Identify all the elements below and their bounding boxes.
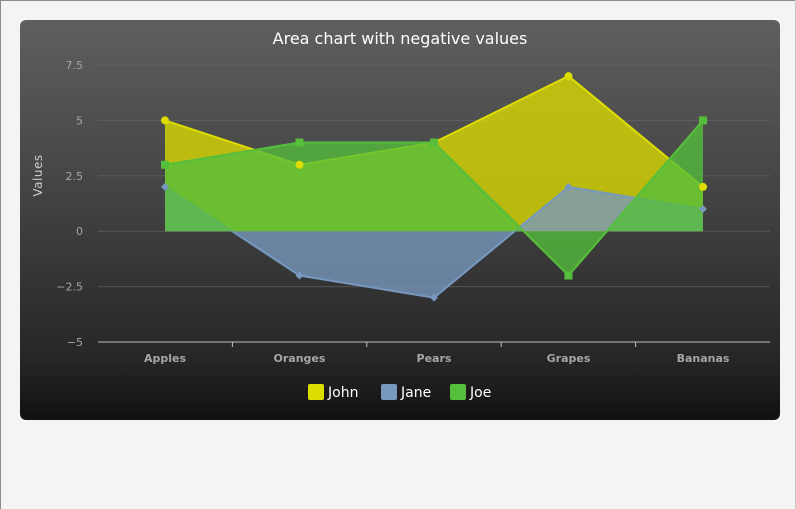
legend-label: Jane — [400, 385, 431, 401]
x-tick-label: Oranges — [274, 352, 326, 365]
y-tick-label: 5 — [76, 114, 83, 127]
x-tick-label: Bananas — [677, 352, 730, 365]
legend-label: Joe — [469, 385, 491, 401]
data-point-john[interactable] — [564, 72, 573, 81]
legend-swatch — [450, 384, 466, 400]
x-tick-label: Pears — [417, 352, 452, 365]
data-point-joe[interactable] — [699, 116, 707, 125]
legend[interactable]: John Jane Joe — [308, 384, 491, 401]
series-areas — [164, 74, 704, 299]
data-point-john[interactable] — [699, 182, 707, 191]
axes: Apples Oranges Pears Grapes Bananas — [98, 341, 770, 365]
y-axis-title: Values — [31, 154, 45, 196]
chart-panel: Area chart with negative values 7.5 5 2.5 0… — [20, 20, 780, 420]
legend-item-jane[interactable]: Jane — [381, 384, 431, 401]
legend-swatch — [381, 384, 397, 400]
data-point-john[interactable] — [295, 160, 304, 169]
legend-label: John — [327, 385, 358, 401]
area-chart: Area chart with negative values 7.5 5 2.5 0… — [31, 29, 770, 401]
y-tick-label: −2.5 — [56, 281, 83, 294]
y-tick-label: 0 — [76, 225, 83, 238]
y-tick-label: 2.5 — [66, 170, 84, 183]
legend-item-joe[interactable]: Joe — [450, 384, 491, 401]
x-tick-label: Apples — [144, 352, 186, 365]
window-top-border — [0, 0, 796, 1]
legend-swatch — [308, 384, 324, 400]
data-point-joe[interactable] — [161, 160, 169, 169]
y-tick-label: −5 — [67, 336, 83, 349]
data-point-joe[interactable] — [564, 271, 573, 280]
data-point-john[interactable] — [161, 116, 169, 125]
legend-item-john[interactable]: John — [308, 384, 358, 401]
data-point-joe[interactable] — [295, 138, 304, 147]
data-point-joe[interactable] — [430, 138, 438, 147]
y-tick-label: 7.5 — [66, 59, 84, 72]
x-tick-label: Grapes — [547, 352, 591, 365]
window-left-border — [0, 0, 1, 509]
chart-title: Area chart with negative values — [273, 29, 528, 48]
